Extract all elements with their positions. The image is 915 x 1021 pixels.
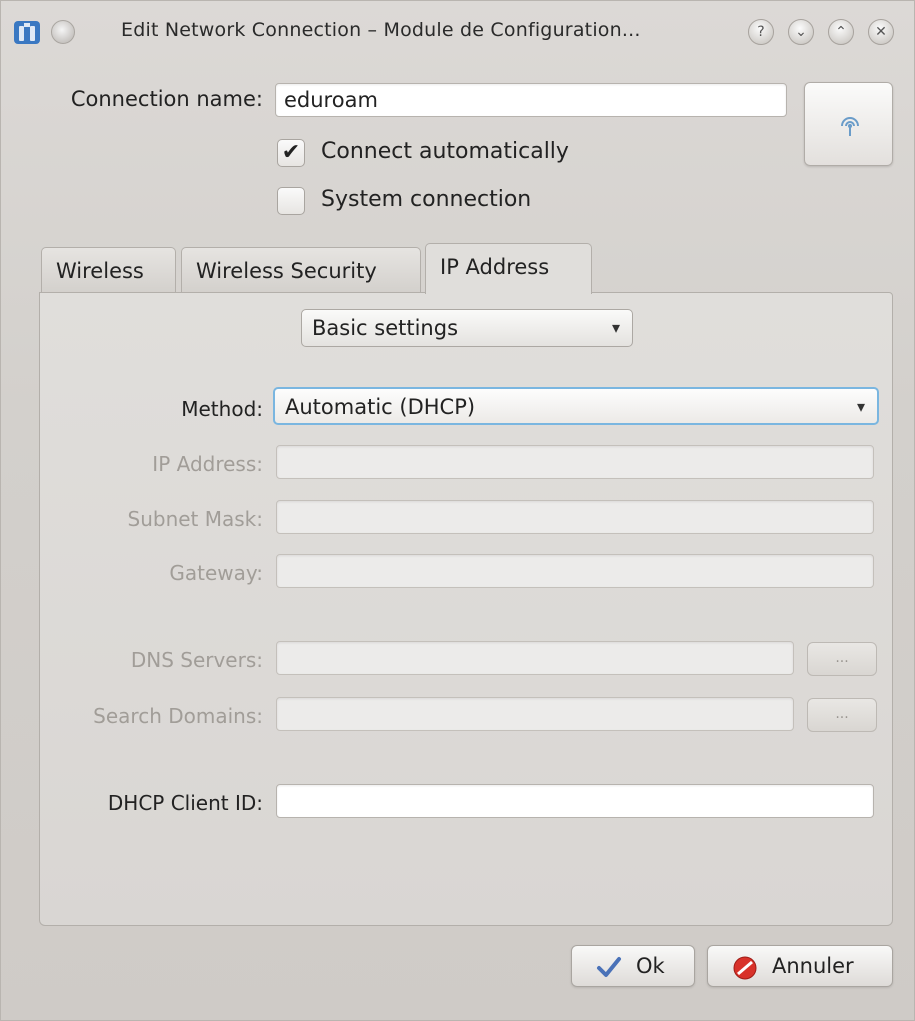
connection-name-label: Connection name: [70,87,263,111]
gateway-field[interactable] [276,554,874,588]
system-connection-label[interactable]: System connection [321,187,531,212]
gateway-label: Gateway: [169,561,263,585]
edit-network-connection-window: Edit Network Connection – Module de Conf… [0,0,915,1021]
connect-automatically-label[interactable]: Connect automatically [321,139,569,164]
cancel-icon [733,956,757,980]
subnet-mask-label: Subnet Mask: [127,507,264,531]
help-icon: ? [757,24,765,40]
connect-automatically-checkbox[interactable]: ✔ [277,139,305,167]
chevron-down-icon: ⌄ [795,24,807,40]
maximize-button[interactable]: ⌃ [828,19,854,45]
wireless-icon-button[interactable] [804,82,893,166]
wireless-antenna-icon [841,117,859,136]
dns-servers-label: DNS Servers: [130,648,263,672]
connection-name-input[interactable]: eduroam [275,83,787,117]
tab-wireless-security[interactable]: Wireless Security [181,247,421,293]
search-domains-field[interactable] [276,697,794,731]
window-title: Edit Network Connection – Module de Conf… [121,19,641,41]
checkmark-icon [597,957,621,977]
dhcp-client-id-label: DHCP Client ID: [107,791,263,815]
ip-address-label: IP Address: [152,452,263,476]
system-connection-checkbox[interactable] [277,187,305,215]
network-manager-icon[interactable] [13,18,41,46]
search-domains-edit-button[interactable]: ... [807,698,877,732]
dns-servers-field[interactable] [276,641,794,675]
method-select[interactable]: Automatic (DHCP) ▾ [273,387,879,425]
chevron-down-icon: ▾ [611,318,620,337]
ok-button[interactable]: Ok [571,945,695,987]
tab-wireless[interactable]: Wireless [41,247,176,293]
method-label: Method: [181,397,263,421]
window-menu-button[interactable] [51,20,75,44]
dns-servers-edit-button[interactable]: ... [807,642,877,676]
search-domains-label: Search Domains: [93,704,263,728]
close-icon: ✕ [875,24,887,40]
chevron-down-icon: ▾ [856,397,865,416]
tab-ip-address[interactable]: IP Address [425,243,592,294]
chevron-up-icon: ⌃ [835,24,847,40]
minimize-button[interactable]: ⌄ [788,19,814,45]
settings-mode-select[interactable]: Basic settings ▾ [301,309,633,347]
ip-address-field[interactable] [276,445,874,479]
cancel-button[interactable]: Annuler [707,945,893,987]
help-button[interactable]: ? [748,19,774,45]
title-bar[interactable]: Edit Network Connection – Module de Conf… [1,1,915,63]
subnet-mask-field[interactable] [276,500,874,534]
dhcp-client-id-field[interactable] [276,784,874,818]
close-button[interactable]: ✕ [868,19,894,45]
